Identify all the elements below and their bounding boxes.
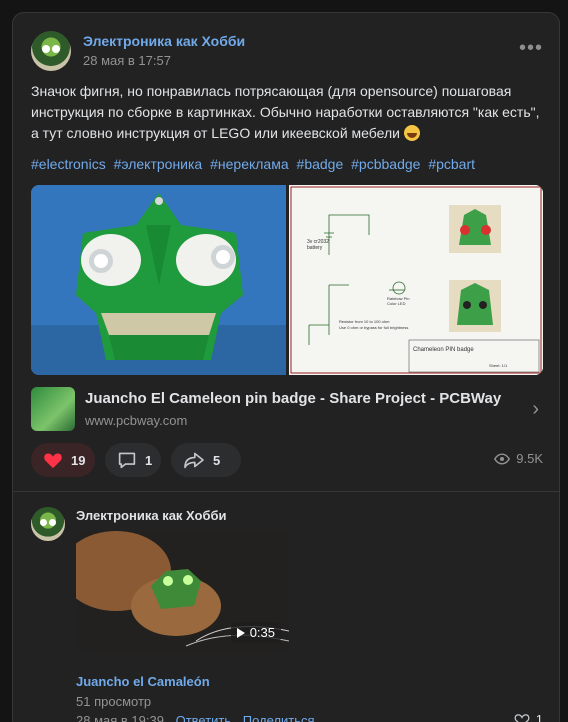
post-card: Электроника как Хобби 28 мая в 17:57 •••… (12, 12, 560, 722)
link-title[interactable]: Juancho El Cameleon pin badge - Share Pr… (85, 389, 501, 409)
link-domain[interactable]: www.pcbway.com (85, 412, 187, 430)
comment-like-button[interactable]: 1 (514, 712, 543, 722)
video-views: 51 просмотр (76, 694, 152, 709)
video-title[interactable]: Juancho el Camaleón (76, 673, 210, 691)
post-actions: 19 1 5 9.5K (31, 443, 543, 477)
avatar-eye (42, 45, 50, 53)
avatar-eye (40, 519, 47, 526)
hashtag[interactable]: #pcbbadge (351, 156, 420, 172)
schematic-image[interactable]: 3v cr2032 battery Resistor from 10 to 10… (289, 185, 543, 375)
video-duration-badge: 0:35 (230, 622, 281, 643)
hashtag[interactable]: #electronics (31, 156, 106, 172)
eye-icon (494, 452, 511, 465)
schematic-led-note: Color LED (387, 301, 406, 306)
views-count: 9.5K (516, 451, 543, 466)
comment-item: Электроника как Хобби 0:35 Juancho el Ca… (31, 507, 543, 722)
share-icon (183, 451, 205, 469)
hashtags: #electronics #электроника #нереклама #ba… (31, 154, 479, 174)
views-counter: 9.5K (494, 451, 543, 466)
comment-avatar[interactable] (31, 507, 65, 541)
post-images: 3v cr2032 battery Resistor from 10 to 10… (31, 185, 543, 375)
hashtag[interactable]: #нереклама (210, 156, 289, 172)
chameleon-badge-illustration (31, 185, 286, 375)
link-thumbnail[interactable] (31, 387, 75, 431)
hashtag[interactable]: #электроника (114, 156, 203, 172)
hashtag[interactable]: #pcbart (428, 156, 475, 172)
link-snippet[interactable]: Juancho El Cameleon pin badge - Share Pr… (31, 385, 543, 433)
comment-button[interactable]: 1 (105, 443, 161, 477)
post-header: Электроника как Хобби 28 мая в 17:57 (31, 31, 245, 71)
schematic-sheet-label: Sheet: 1/1 (489, 363, 508, 368)
schematic-resistor-note: Resistor from 10 to 100 ohm (339, 319, 390, 324)
comment-count: 1 (145, 452, 153, 468)
share-link[interactable]: Поделиться (243, 713, 315, 722)
like-count: 19 (71, 452, 86, 468)
post-text: Значок фигня, но понравилась потрясающая… (31, 81, 543, 144)
hashtag[interactable]: #badge (297, 156, 344, 172)
schematic-resistor-note: Use 0 ohm or bypass for full brightness (339, 325, 408, 330)
video-duration: 0:35 (249, 625, 275, 640)
community-avatar[interactable] (31, 31, 71, 71)
post-author[interactable]: Электроника как Хобби (83, 32, 245, 50)
schematic-illustration: 3v cr2032 battery Resistor from 10 to 10… (289, 185, 543, 375)
video-thumbnail[interactable]: 0:35 (76, 531, 289, 651)
comment-date[interactable]: 28 мая в 19:39 (76, 713, 164, 722)
more-options-icon[interactable]: ••• (519, 38, 543, 58)
comment-icon (117, 451, 137, 469)
like-button[interactable]: 19 (31, 443, 95, 477)
post-date[interactable]: 28 мая в 17:57 (83, 52, 245, 70)
share-count: 5 (213, 452, 221, 468)
comment-meta: 28 мая в 19:39 Ответить Поделиться (76, 712, 315, 722)
comment-like-count: 1 (535, 712, 543, 722)
grinning-emoji-icon (403, 125, 420, 141)
share-button[interactable]: 5 (171, 443, 241, 477)
reply-link[interactable]: Ответить (176, 713, 232, 722)
divider (13, 491, 559, 492)
avatar-eye (49, 519, 56, 526)
avatar-eye (52, 45, 60, 53)
schematic-title-block: Chameleon PIN badge (413, 347, 474, 353)
play-icon (236, 627, 245, 638)
heart-outline-icon (514, 713, 530, 722)
comment-author[interactable]: Электроника как Хобби (76, 507, 227, 525)
schematic-battery-label: battery (307, 245, 323, 251)
post-text-body: Значок фигня, но понравилась потрясающая… (31, 83, 540, 141)
badge-photo[interactable] (31, 185, 286, 375)
heart-icon (43, 451, 63, 469)
chevron-right-icon[interactable]: › (532, 399, 539, 419)
